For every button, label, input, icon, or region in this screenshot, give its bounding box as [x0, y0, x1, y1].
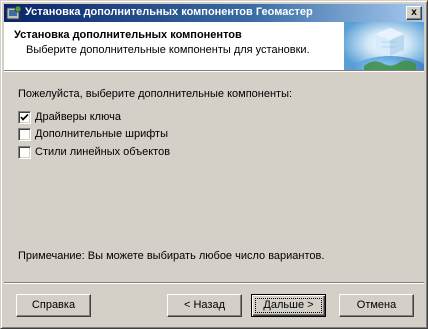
help-button-label: Справка: [31, 299, 76, 311]
option-key-drivers[interactable]: Драйверы ключа: [18, 111, 138, 125]
footer-separator: [4, 282, 424, 284]
checkmark-icon: [20, 113, 29, 121]
key-drivers-checkbox[interactable]: [18, 111, 31, 124]
header-panel: Установка дополнительных компонентов Выб…: [4, 22, 428, 92]
option-label: Драйверы ключа: [35, 111, 121, 123]
header-separator: [4, 70, 424, 72]
cancel-button-label: Отмена: [356, 299, 397, 311]
back-button[interactable]: < Назад: [167, 294, 242, 317]
installer-icon: [6, 5, 22, 21]
next-button[interactable]: Дальше >: [251, 294, 326, 317]
option-line-styles[interactable]: Стили линейных объектов: [18, 146, 178, 160]
line-styles-checkbox[interactable]: [18, 146, 31, 159]
option-label: Стили линейных объектов: [35, 146, 171, 158]
cancel-button[interactable]: Отмена: [339, 294, 414, 317]
close-button[interactable]: x: [406, 6, 422, 20]
back-button-label: < Назад: [184, 299, 225, 311]
title-bar[interactable]: Установка дополнительных компонентов Гео…: [4, 4, 424, 22]
header-subtitle: Выберите дополнительные компоненты для у…: [26, 44, 310, 56]
next-button-label: Дальше >: [263, 299, 314, 311]
extra-fonts-checkbox[interactable]: [18, 128, 31, 141]
option-label: Дополнительные шрифты: [35, 128, 168, 140]
window-title: Установка дополнительных компонентов Гео…: [25, 6, 313, 18]
help-button[interactable]: Справка: [16, 294, 91, 317]
globe-cube-icon: [344, 22, 428, 92]
close-icon: x: [411, 7, 417, 18]
options-prompt: Пожелуйста, выберите дополнительные комп…: [18, 88, 293, 100]
installer-window: Установка дополнительных компонентов Гео…: [0, 0, 428, 329]
option-extra-fonts[interactable]: Дополнительные шрифты: [18, 128, 168, 142]
header-title: Установка дополнительных компонентов: [14, 29, 242, 41]
selection-note: Примечание: Вы можете выбирать любое чис…: [18, 250, 325, 262]
